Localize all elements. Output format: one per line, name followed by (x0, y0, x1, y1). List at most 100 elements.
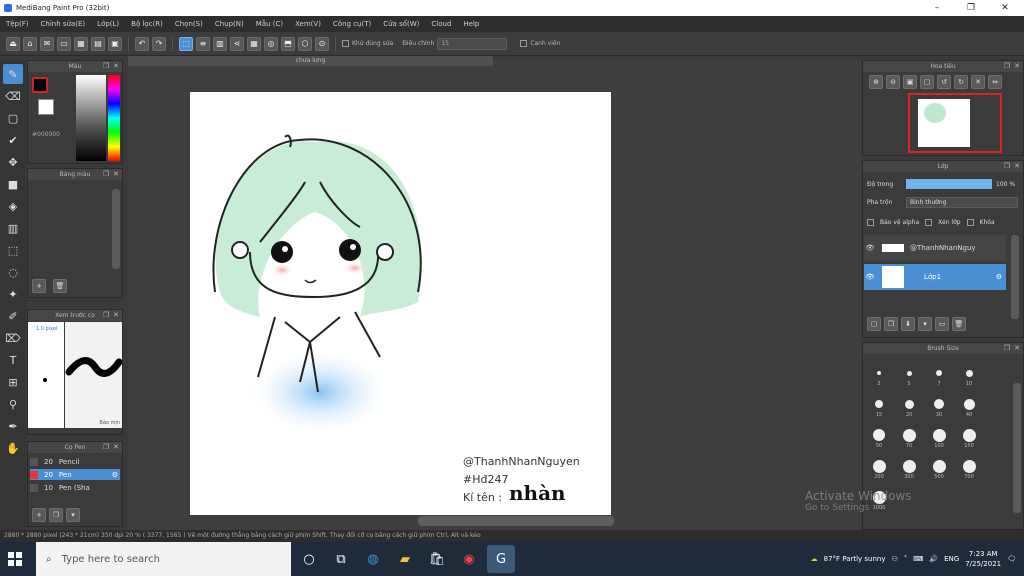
concentric-ruler-icon[interactable]: ▥ (213, 36, 227, 51)
brush-settings-icon[interactable]: ⚙ (112, 471, 118, 479)
edge-icon[interactable]: ◍ (359, 545, 387, 573)
weather-text[interactable]: 87°F Partly sunny (824, 555, 886, 563)
merge-layer-icon[interactable]: ⬇ (901, 317, 915, 331)
home-icon[interactable]: ⌂ (23, 36, 37, 51)
brush-size-dot[interactable] (934, 399, 944, 409)
circle-ruler-icon[interactable]: ◎ (264, 36, 278, 51)
eraser-tool-icon[interactable]: ⌫ (3, 86, 23, 106)
brush-size-dot[interactable] (962, 428, 976, 442)
document-tab[interactable]: chưa lưng (128, 56, 493, 66)
flip-icon[interactable]: ⇔ (988, 75, 1002, 89)
zoom-out-icon[interactable]: ⊖ (886, 75, 900, 89)
brush-size-dot[interactable] (875, 400, 883, 408)
close-panel-icon[interactable]: ✕ (112, 170, 120, 178)
add-brush-icon[interactable]: + (32, 508, 46, 522)
perspective-icon[interactable]: ▦ (247, 36, 261, 51)
close-panel-icon[interactable]: ✕ (1013, 162, 1021, 170)
primary-color-swatch[interactable] (32, 77, 48, 93)
selection-icon[interactable]: ⬚ (179, 36, 193, 51)
close-button[interactable]: ✕ (988, 0, 1022, 16)
close-panel-icon[interactable]: ✕ (1013, 344, 1021, 352)
menu-filter[interactable]: Bộ lọc(R) (131, 20, 163, 28)
brush-menu-icon[interactable]: ▾ (66, 508, 80, 522)
hand-tool-icon[interactable]: ✋ (3, 438, 23, 458)
color-value-slider[interactable] (76, 75, 106, 161)
delete-palette-icon[interactable]: 🗑 (53, 279, 67, 293)
polygon-icon[interactable]: ⬡ (298, 36, 312, 51)
brush-list-item[interactable]: 20 Pencil (30, 456, 120, 467)
frame-icon[interactable]: ▣ (108, 36, 122, 51)
brush-size-dot[interactable] (902, 428, 916, 442)
menu-tools[interactable]: Công cụ(T) (333, 20, 371, 28)
windows-start-icon[interactable] (8, 552, 22, 566)
navigator-viewport[interactable] (908, 93, 1002, 153)
minimize-button[interactable]: – (920, 0, 954, 16)
store-icon[interactable]: 🛍 (423, 545, 451, 573)
select-pen-icon[interactable]: ✐ (3, 306, 23, 326)
layer-row-selected[interactable]: 👁 Lớp1 ⚙ (864, 264, 1006, 290)
gradient-tool-icon[interactable]: ▥ (3, 218, 23, 238)
undock-icon[interactable]: ❐ (102, 62, 110, 70)
brush-size-dot[interactable] (872, 459, 886, 473)
snap-checkbox[interactable] (520, 40, 528, 47)
upload-icon[interactable]: ⏏ (6, 36, 20, 51)
task-view-icon[interactable]: ⧉ (327, 545, 355, 573)
brush-size-dot[interactable] (962, 459, 976, 473)
pen-tool-icon[interactable]: ✒ (3, 416, 23, 436)
close-panel-icon[interactable]: ✕ (112, 311, 120, 319)
brush-size-dot[interactable] (936, 370, 942, 376)
copy-brush-icon[interactable]: ❐ (49, 508, 63, 522)
close-panel-icon[interactable]: ✕ (112, 62, 120, 70)
maximize-button[interactable]: ❐ (954, 0, 988, 16)
horizontal-scrollbar[interactable] (418, 516, 614, 526)
brush-size-dot[interactable] (932, 459, 946, 473)
eyedropper-icon[interactable]: ⚲ (3, 394, 23, 414)
close-panel-icon[interactable]: ✕ (112, 443, 120, 451)
bucket-tool-icon[interactable]: ◈ (3, 196, 23, 216)
undock-icon[interactable]: ❐ (102, 443, 110, 451)
menu-view[interactable]: Xem(V) (295, 20, 321, 28)
opacity-slider[interactable] (906, 179, 992, 189)
menu-file[interactable]: Tệp(F) (6, 20, 29, 28)
delete-layer-icon[interactable]: 🗑 (952, 317, 966, 331)
layer-settings-icon[interactable]: ⚙ (996, 273, 1002, 281)
actual-size-icon[interactable]: ▢ (920, 75, 934, 89)
select-eraser-icon[interactable]: ⌦ (3, 328, 23, 348)
panel-icon[interactable]: ▤ (91, 36, 105, 51)
fill-rect-icon[interactable]: ■ (3, 174, 23, 194)
secondary-color-swatch[interactable] (38, 99, 54, 115)
people-icon[interactable]: ⚇ (892, 555, 898, 563)
cortana-icon[interactable]: ○ (295, 545, 323, 573)
taskbar-search[interactable]: ⌕ Type here to search (36, 542, 291, 576)
new-layer-icon[interactable]: ▢ (867, 317, 881, 331)
brush-size-dot[interactable] (873, 429, 885, 441)
divide-tool-icon[interactable]: ⊞ (3, 372, 23, 392)
undock-icon[interactable]: ❐ (1003, 62, 1011, 70)
brush-tool-icon[interactable]: ✎ (3, 64, 23, 84)
select-tool-icon[interactable]: ⬚ (3, 240, 23, 260)
brush-size-dot[interactable] (904, 399, 914, 409)
brush-size-dot[interactable] (902, 459, 916, 473)
undock-icon[interactable]: ❐ (102, 170, 110, 178)
weather-icon[interactable]: ☁ (811, 555, 818, 563)
dot-tool-icon[interactable]: ▢ (3, 108, 23, 128)
clipping-checkbox[interactable] (925, 219, 933, 226)
language-indicator[interactable]: ENG (944, 555, 959, 563)
notifications-icon[interactable]: 🗨 (1007, 555, 1016, 563)
lock-checkbox[interactable] (966, 219, 974, 226)
menu-help[interactable]: Help (463, 20, 479, 28)
magic-wand-icon[interactable]: ✦ (3, 284, 23, 304)
brush-list-item[interactable]: 10 Pen (Sha (30, 482, 120, 493)
clock[interactable]: 7:23 AM 7/25/2021 (965, 549, 1001, 569)
menu-template[interactable]: Mẫu (C) (256, 20, 283, 28)
adjust-select[interactable]: 15 (437, 37, 508, 50)
brush-size-dot[interactable] (932, 428, 946, 442)
redo-icon[interactable]: ↷ (152, 36, 166, 51)
brush-size-dot[interactable] (877, 371, 881, 375)
file-explorer-icon[interactable]: ▰ (391, 545, 419, 573)
stabilizer-checkbox[interactable] (342, 40, 349, 47)
eye-icon[interactable]: 👁 (864, 273, 876, 281)
brush-list-item-selected[interactable]: 20 Pen ⚙ (30, 469, 120, 480)
volume-icon[interactable]: 🔊 (929, 555, 938, 563)
move-tool-icon[interactable]: ✥ (3, 152, 23, 172)
